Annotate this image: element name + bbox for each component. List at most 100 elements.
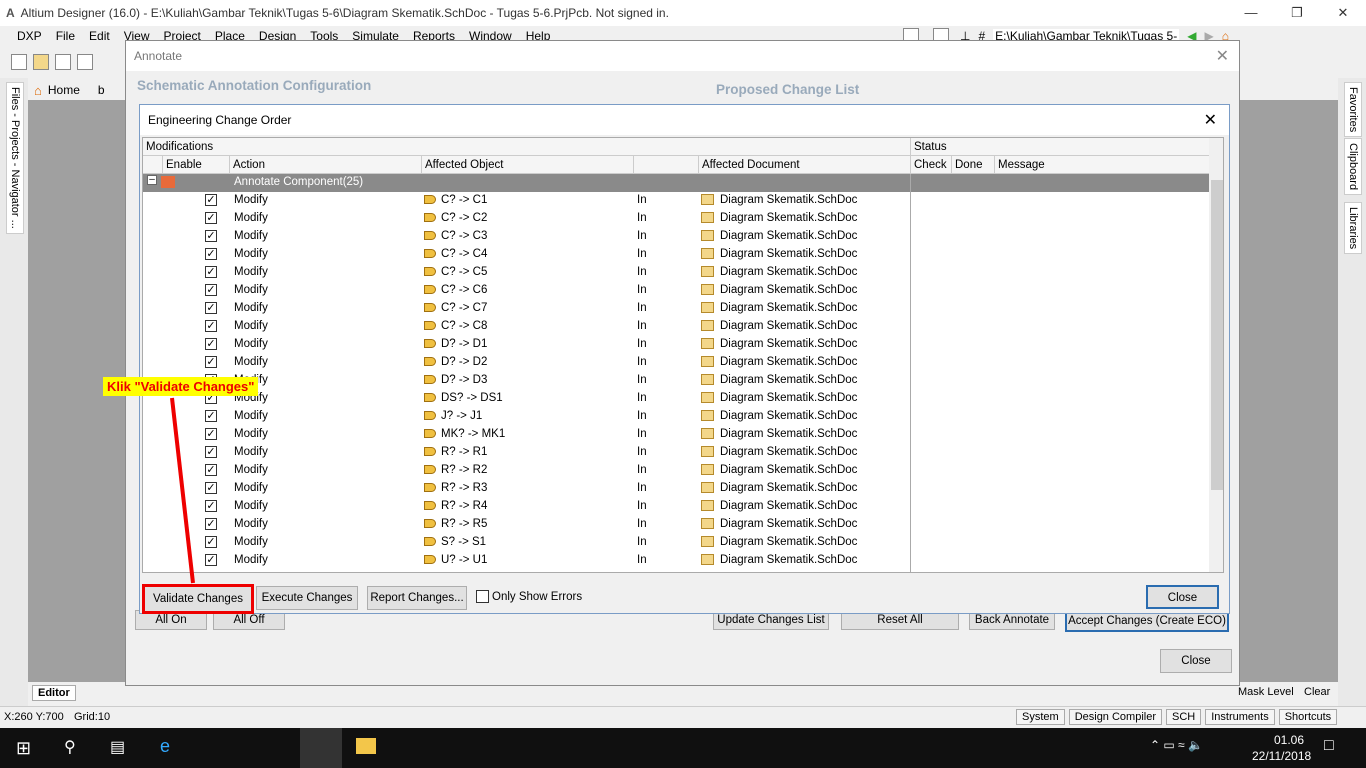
enable-checkbox[interactable]: ✓ [205,248,217,260]
change-row[interactable]: ✓ Modify S? -> S1 In Diagram Skematik.Sc… [143,534,1209,552]
col-action[interactable]: Action [230,156,422,174]
status-button-design-compiler[interactable]: Design Compiler [1068,709,1162,725]
enable-checkbox[interactable]: ✓ [205,338,217,350]
menu-edit[interactable]: Edit [82,29,117,43]
annotate-close-button[interactable]: Close [1160,649,1232,673]
change-row[interactable]: ✓ Modify J? -> J1 In Diagram Skematik.Sc… [143,408,1209,426]
report-changes-button[interactable]: Report Changes... [367,586,467,610]
col-message[interactable]: Message [995,156,1211,174]
altium-task-icon[interactable] [300,728,342,768]
enable-checkbox[interactable]: ✓ [205,212,217,224]
change-row[interactable]: ✓ Modify C? -> C5 In Diagram Skematik.Sc… [143,264,1209,282]
change-row[interactable]: ✓ Modify MK? -> MK1 In Diagram Skematik.… [143,426,1209,444]
validate-changes-button[interactable]: Validate Changes [142,584,254,614]
col-affected-object[interactable]: Affected Object [422,156,634,174]
change-row[interactable]: ✓ Modify D? -> D3 In Diagram Skematik.Sc… [143,372,1209,390]
change-row[interactable]: ✓ Modify U? -> U1 In Diagram Skematik.Sc… [143,552,1209,570]
status-button-instruments[interactable]: Instruments [1205,709,1275,725]
change-row[interactable]: ✓ Modify R? -> R2 In Diagram Skematik.Sc… [143,462,1209,480]
enable-checkbox[interactable]: ✓ [205,482,217,494]
enable-checkbox[interactable]: ✓ [205,266,217,278]
change-row[interactable]: ✓ Modify R? -> R4 In Diagram Skematik.Sc… [143,498,1209,516]
col-affected-document[interactable]: Affected Document [699,156,911,174]
status-button-sch[interactable]: SCH [1166,709,1202,725]
direction-cell: In [637,284,647,296]
notification-icon[interactable]: □ [1324,737,1334,755]
enable-checkbox[interactable]: ✓ [205,536,217,548]
col-done[interactable]: Done [952,156,995,174]
eco-close-icon[interactable]: ✕ [1204,110,1217,130]
enable-checkbox[interactable]: ✓ [205,446,217,458]
menu-file[interactable]: File [49,29,82,43]
libraries-tab[interactable]: Libraries [1344,202,1362,255]
change-row[interactable]: ✓ Modify D? -> D1 In Diagram Skematik.Sc… [143,336,1209,354]
eco-close-button[interactable]: Close [1146,585,1219,609]
enable-checkbox[interactable]: ✓ [205,194,217,206]
enable-checkbox[interactable]: ✓ [205,518,217,530]
change-row[interactable]: ✓ Modify C? -> C1 In Diagram Skematik.Sc… [143,192,1209,210]
change-row[interactable]: ✓ Modify D? -> D2 In Diagram Skematik.Sc… [143,354,1209,372]
enable-checkbox[interactable]: ✓ [205,500,217,512]
clipboard-tab[interactable]: Clipboard [1344,138,1362,196]
mask-level-button[interactable]: Mask Level [1238,686,1294,698]
open-icon[interactable] [33,54,49,70]
execute-changes-button[interactable]: Execute Changes [256,586,358,610]
enable-checkbox[interactable]: ✓ [205,554,217,566]
enable-checkbox[interactable]: ✓ [205,302,217,314]
group-row[interactable]: – Annotate Component(25) [143,174,1209,192]
enable-checkbox[interactable]: ✓ [205,428,217,440]
clock-time[interactable]: 01.06 [1264,733,1314,747]
document-icon [701,374,714,385]
enable-checkbox[interactable]: ✓ [205,320,217,332]
enable-checkbox[interactable]: ✓ [205,410,217,422]
enable-checkbox[interactable]: ✓ [205,356,217,368]
edge-icon[interactable]: e [160,736,170,757]
change-row[interactable]: ✓ Modify R? -> R5 In Diagram Skematik.Sc… [143,516,1209,534]
favorites-tab[interactable]: Favorites [1344,82,1362,138]
vertical-scrollbar[interactable] [1209,138,1223,572]
change-row[interactable]: ✓ Modify C? -> C7 In Diagram Skematik.Sc… [143,300,1209,318]
scrollbar-thumb[interactable] [1211,180,1223,490]
eco-dialog: Engineering Change Order ✕ Modifications… [139,104,1230,614]
only-show-errors-checkbox[interactable] [476,590,489,603]
change-row[interactable]: ✓ Modify R? -> R3 In Diagram Skematik.Sc… [143,480,1209,498]
tab-home[interactable]: Home [45,83,82,97]
task-view-icon[interactable]: ▤ [110,737,125,757]
tray-icons[interactable]: ⌃ ▭ ≈ 🔈 [1150,738,1203,752]
editor-tab[interactable]: Editor [32,685,76,701]
close-window-button[interactable]: ✕ [1320,0,1366,26]
files-panel-tab[interactable]: Files - Projects - Navigator ... [6,82,24,234]
save-icon[interactable] [55,54,71,70]
search-icon[interactable]: ⚲ [64,737,76,757]
minimize-button[interactable]: — [1228,0,1274,26]
new-icon[interactable] [11,54,27,70]
change-row[interactable]: ✓ Modify C? -> C8 In Diagram Skematik.Sc… [143,318,1209,336]
change-row[interactable]: ✓ Modify U? -> U2 In Diagram Skematik.Sc… [143,570,1209,573]
clear-button[interactable]: Clear [1304,686,1330,698]
enable-checkbox[interactable]: ✓ [205,572,217,573]
change-row[interactable]: ✓ Modify C? -> C3 In Diagram Skematik.Sc… [143,228,1209,246]
change-row[interactable]: ✓ Modify C? -> C6 In Diagram Skematik.Sc… [143,282,1209,300]
maximize-button[interactable]: ❐ [1274,0,1320,26]
status-button-shortcuts[interactable]: Shortcuts [1278,709,1338,725]
enable-checkbox[interactable]: ✓ [205,230,217,242]
enable-checkbox[interactable]: ✓ [205,464,217,476]
enable-checkbox[interactable]: ✓ [205,284,217,296]
annotate-close-icon[interactable]: ✕ [1216,46,1229,66]
col-direction[interactable] [634,156,699,174]
status-button-system[interactable]: System [1016,709,1065,725]
change-row[interactable]: ✓ Modify R? -> R1 In Diagram Skematik.Sc… [143,444,1209,462]
col-check[interactable]: Check [911,156,952,174]
print-icon[interactable] [77,54,93,70]
col-enable[interactable]: Enable [163,156,230,174]
collapse-icon[interactable]: – [147,175,157,185]
change-row[interactable]: ✓ Modify C? -> C4 In Diagram Skematik.Sc… [143,246,1209,264]
change-row[interactable]: ✓ Modify DS? -> DS1 In Diagram Skematik.… [143,390,1209,408]
clock-date[interactable]: 22/11/2018 [1252,749,1311,763]
start-icon[interactable]: ⊞ [16,738,31,759]
tab-document[interactable]: b [98,83,105,97]
affected-document-cell: Diagram Skematik.SchDoc [701,482,857,494]
explorer-icon[interactable] [356,738,376,754]
change-row[interactable]: ✓ Modify C? -> C2 In Diagram Skematik.Sc… [143,210,1209,228]
menu-dxp[interactable]: DXP [10,29,49,43]
